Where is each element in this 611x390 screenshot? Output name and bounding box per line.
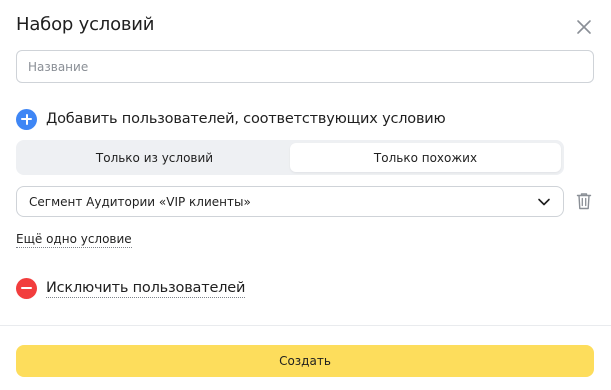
add-condition-link[interactable]: Ещё одно условие — [16, 232, 132, 248]
match-mode-segmented-control: Только из условий Только похожих — [16, 140, 564, 175]
plus-circle-icon[interactable] — [16, 108, 37, 130]
trash-icon[interactable] — [576, 192, 592, 210]
segment-only-from-conditions[interactable]: Только из условий — [19, 143, 290, 172]
dialog-title: Набор условий — [16, 14, 155, 35]
segment-only-similar[interactable]: Только похожих — [290, 143, 561, 172]
include-section-header: Добавить пользователей, соответствующих … — [16, 108, 446, 130]
conditions-dialog: Набор условий Добавить пользователей, со… — [0, 0, 611, 390]
include-section-label: Добавить пользователей, соответствующих … — [46, 111, 446, 127]
condition-select[interactable]: Сегмент Аудитории «VIP клиенты» — [16, 186, 564, 217]
name-input[interactable] — [16, 50, 594, 83]
close-icon[interactable] — [574, 17, 594, 37]
chevron-down-icon — [538, 198, 550, 205]
exclude-section-label[interactable]: Исключить пользователей — [46, 279, 245, 298]
exclude-section-header: Исключить пользователей — [16, 277, 245, 299]
footer-divider — [0, 325, 611, 326]
create-button[interactable]: Создать — [16, 345, 594, 377]
condition-select-value: Сегмент Аудитории «VIP клиенты» — [29, 194, 251, 209]
minus-circle-icon[interactable] — [16, 277, 37, 299]
